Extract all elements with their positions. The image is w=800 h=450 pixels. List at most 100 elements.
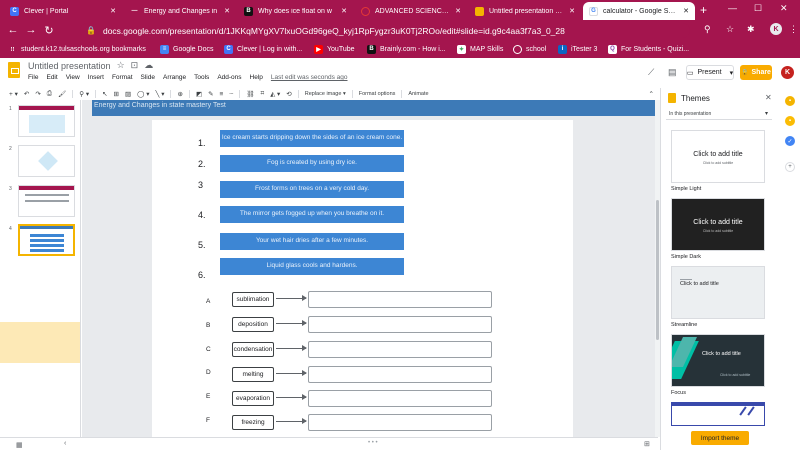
notes-resize-handle[interactable]: • • • <box>368 440 378 446</box>
term-box[interactable]: melting <box>232 367 274 382</box>
scrollbar-thumb[interactable] <box>656 200 659 340</box>
menu-arrange[interactable]: Arrange <box>163 74 186 81</box>
slides-logo-icon[interactable] <box>8 62 20 78</box>
theme-card-partial[interactable] <box>671 402 765 426</box>
last-edit-link[interactable]: Last edit was seconds ago <box>271 74 348 81</box>
term-box[interactable]: deposition <box>232 317 274 332</box>
slide-thumbnail[interactable] <box>18 185 75 217</box>
bookmark-item[interactable]: ⁝⁝ student.k12.tulsaschools.org bookmark… <box>8 43 146 55</box>
new-tab-button[interactable]: + <box>700 3 707 17</box>
term-box[interactable]: sublimation <box>232 292 274 307</box>
slide-thumbnail-active[interactable] <box>18 224 75 256</box>
comment-add-icon[interactable]: ⊕ <box>177 90 182 98</box>
border-color-icon[interactable]: ✎ <box>208 90 213 98</box>
minimize-icon[interactable]: — <box>728 3 737 13</box>
search-icon[interactable]: ⚲ <box>704 24 711 35</box>
tab-close-icon[interactable]: ✕ <box>677 7 689 15</box>
slide-thumbnail[interactable] <box>18 145 75 177</box>
slide-title-banner[interactable]: Energy and Changes in state mastery Test <box>92 100 655 116</box>
shape-icon[interactable]: ◯ ▾ <box>137 90 149 98</box>
filmstrip-collapse-icon[interactable]: ‹ <box>64 440 66 447</box>
bookmark-item[interactable]: ▶ YouTube <box>314 43 355 55</box>
browser-tab-active[interactable]: G calculator - Google Sear ✕ <box>583 2 695 20</box>
keep-icon[interactable]: ▪ <box>785 116 795 126</box>
answer-box[interactable] <box>308 366 492 383</box>
border-dash-icon[interactable]: ┄ <box>229 90 233 98</box>
comments-icon[interactable]: ▤ <box>668 67 677 78</box>
prompt-box[interactable]: Fog is created by using dry ice. <box>220 155 404 172</box>
menu-edit[interactable]: Edit <box>46 74 57 81</box>
menu-view[interactable]: View <box>66 74 80 81</box>
extensions-icon[interactable]: ✱ <box>747 24 755 35</box>
term-box[interactable]: condensation <box>232 342 274 357</box>
activity-trend-icon[interactable]: ⟋ <box>648 67 654 78</box>
slide-thumbnail[interactable] <box>18 105 75 137</box>
crop-icon[interactable]: ⌗ <box>261 90 265 98</box>
fill-color-icon[interactable]: ◩ <box>196 90 202 98</box>
star-icon[interactable]: ☆ <box>726 24 734 35</box>
term-box[interactable]: freezing <box>232 415 274 430</box>
replace-image-button[interactable]: Replace image ▾ <box>305 91 346 97</box>
bookmark-item[interactable]: ✦ MAP Skills <box>457 43 503 55</box>
browser-tab[interactable]: — Energy and Changes in ✕ <box>124 2 236 20</box>
bookmark-item[interactable]: C Clever | Log in with... <box>224 43 302 55</box>
prompt-box[interactable]: Ice cream starts dripping down the sides… <box>220 130 404 147</box>
answer-box[interactable] <box>308 390 492 407</box>
tab-close-icon[interactable]: ✕ <box>218 7 230 15</box>
close-icon[interactable]: ✕ <box>765 93 772 102</box>
account-avatar[interactable]: K <box>781 66 794 79</box>
mask-image-icon[interactable]: ◭ ▾ <box>270 90 280 98</box>
tab-close-icon[interactable]: ✕ <box>449 7 461 15</box>
themes-filter-select[interactable]: In this presentation ▾ <box>666 108 772 120</box>
forward-arrow-icon[interactable]: → <box>22 24 40 36</box>
chevron-down-icon[interactable]: ▾ <box>730 69 734 77</box>
add-addon-icon[interactable]: + <box>785 162 795 172</box>
calendar-icon[interactable]: ▪ <box>785 96 795 106</box>
animate-button[interactable]: Animate <box>408 91 428 97</box>
bookmark-item[interactable]: i iTester 3 <box>558 43 597 55</box>
theme-card-streamline[interactable]: Click to add title <box>671 266 765 319</box>
slide-canvas[interactable]: 1. Ice cream starts dripping down the si… <box>152 120 573 437</box>
reset-image-icon[interactable]: ⟲ <box>286 90 291 98</box>
menu-tools[interactable]: Tools <box>194 74 209 81</box>
answer-box[interactable] <box>308 414 492 431</box>
present-button[interactable]: ▭ Present ▾ <box>686 65 734 80</box>
menu-addons[interactable]: Add-ons <box>217 74 241 81</box>
answer-box[interactable] <box>308 291 492 308</box>
line-icon[interactable]: ╲ ▾ <box>156 90 165 98</box>
tab-close-icon[interactable]: ✕ <box>104 7 116 15</box>
prompt-box[interactable]: Liquid glass cools and hardens. <box>220 258 404 275</box>
select-cursor-icon[interactable]: ↖ <box>102 90 107 98</box>
reload-icon[interactable]: ↻ <box>40 24 58 37</box>
image-icon[interactable]: ▨ <box>125 90 131 98</box>
move-folder-icon[interactable]: ⊡ <box>131 60 139 71</box>
menu-slide[interactable]: Slide <box>141 74 155 81</box>
browser-tab[interactable]: Untitled presentation - G ✕ <box>469 2 581 20</box>
import-theme-button[interactable]: Import theme <box>691 431 749 445</box>
menu-file[interactable]: File <box>28 74 38 81</box>
prompt-box[interactable]: The mirror gets fogged up when you breat… <box>220 206 404 223</box>
url-bar[interactable]: 🔒 docs.google.com/presentation/d/1JKKqMY… <box>80 23 690 38</box>
print-icon[interactable]: ⎙ <box>47 90 52 98</box>
link-icon[interactable]: ⛓ <box>246 90 254 98</box>
doc-title[interactable]: Untitled presentation <box>28 61 111 71</box>
share-button[interactable]: 🔒 Share <box>740 65 772 80</box>
format-options-button[interactable]: Format options <box>359 91 396 97</box>
new-slide-icon[interactable]: + ▾ <box>9 90 18 98</box>
zoom-icon[interactable]: ⚲ ▾ <box>79 90 89 98</box>
tab-close-icon[interactable]: ✕ <box>563 7 575 15</box>
browser-tab[interactable]: ADVANCED SCIENCE 1 ✕ <box>355 2 467 20</box>
menu-insert[interactable]: Insert <box>88 74 104 81</box>
theme-card-simple-dark[interactable]: Click to add title Click to add subtitle <box>671 198 765 251</box>
browser-tab[interactable]: C Clever | Portal ✕ <box>4 2 122 20</box>
browser-profile-avatar[interactable]: K <box>770 23 782 35</box>
collapse-toolbar-icon[interactable]: ⌃ <box>649 90 654 98</box>
tab-close-icon[interactable]: ✕ <box>335 7 347 15</box>
explore-icon[interactable]: ⊞ <box>644 440 650 448</box>
border-weight-icon[interactable]: ≡ <box>220 91 224 98</box>
prompt-box[interactable]: Frost forms on trees on a very cold day. <box>220 181 404 198</box>
browser-menu-icon[interactable]: ⋮ <box>789 24 798 35</box>
star-icon[interactable]: ☆ <box>117 60 125 71</box>
menu-format[interactable]: Format <box>112 74 133 81</box>
bookmark-item[interactable]: B Brainly.com - How i... <box>367 43 446 55</box>
